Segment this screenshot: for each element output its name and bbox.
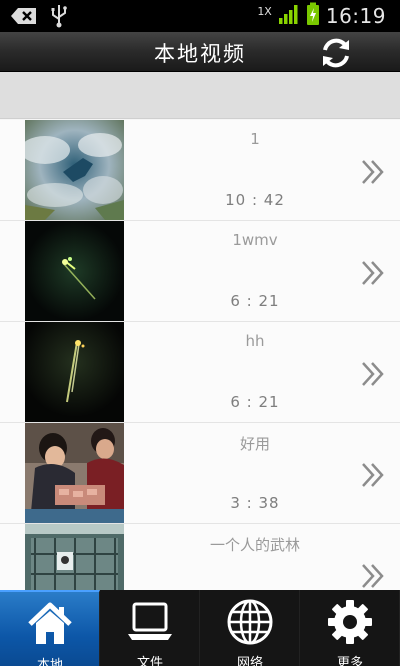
video-name: 1 <box>250 130 260 148</box>
clock: 16:19 <box>325 4 386 28</box>
tab-label: 文件 <box>136 656 163 666</box>
chevron-right-icon[interactable] <box>360 360 388 388</box>
video-thumbnail <box>25 221 124 321</box>
video-duration: 10 : 42 <box>225 191 285 209</box>
video-thumbnail <box>25 120 124 220</box>
keyboard-icon <box>10 5 38 31</box>
gear-icon <box>328 600 372 644</box>
chevron-right-icon[interactable] <box>360 461 388 489</box>
tab-label: 更多 <box>336 656 363 666</box>
refresh-button[interactable] <box>318 35 354 71</box>
video-name: 1wmv <box>232 231 278 249</box>
tab-files[interactable]: 文件 <box>100 590 200 666</box>
tab-label: 网络 <box>236 656 263 666</box>
tab-local[interactable]: 本地 <box>0 590 100 666</box>
globe-icon <box>227 599 273 645</box>
video-list-item[interactable]: 一个人的武林 <box>0 524 400 590</box>
video-thumbnail <box>25 524 124 590</box>
usb-icon <box>50 4 68 32</box>
video-list-item[interactable]: 好用 3 : 38 <box>0 423 400 524</box>
video-duration: 3 : 38 <box>230 494 280 512</box>
status-bar: 1X 16:19 <box>0 0 400 32</box>
video-list-item[interactable]: 1 10 : 42 <box>0 120 400 221</box>
chevron-right-icon[interactable] <box>360 562 388 590</box>
video-thumbnail <box>25 322 124 422</box>
bottom-navigation: 本地 文件 网络 更多 <box>0 590 400 666</box>
network-type-label: 1X <box>257 4 272 18</box>
signal-icon <box>278 3 300 29</box>
video-list-item[interactable]: 1wmv 6 : 21 <box>0 221 400 322</box>
list-header-strip <box>0 72 400 119</box>
laptop-icon <box>128 602 172 640</box>
tab-label: 本地 <box>36 658 63 666</box>
video-name: 一个人的武林 <box>209 536 300 554</box>
video-duration: 6 : 21 <box>230 292 280 310</box>
video-name: hh <box>245 332 265 350</box>
app-window: 1X 16:19 本地视频 1 10: 42 1wmv 6: 21 hh 6… <box>0 0 400 666</box>
refresh-icon <box>323 38 349 68</box>
video-duration: 6 : 21 <box>230 393 280 411</box>
home-icon <box>28 602 72 644</box>
chevron-right-icon[interactable] <box>360 259 388 287</box>
video-thumbnail <box>25 423 124 523</box>
title-bar: 本地视频 <box>0 32 400 72</box>
video-name: 好用 <box>239 435 270 453</box>
video-list-item[interactable]: hh 6 : 21 <box>0 322 400 423</box>
chevron-right-icon[interactable] <box>360 158 388 186</box>
tab-network[interactable]: 网络 <box>200 590 300 666</box>
tab-more[interactable]: 更多 <box>300 590 400 666</box>
video-list[interactable]: 1 10 : 42 1wmv 6: 21 hh 6: 21 好用 3: 3… <box>0 120 400 590</box>
battery-icon <box>306 2 320 30</box>
